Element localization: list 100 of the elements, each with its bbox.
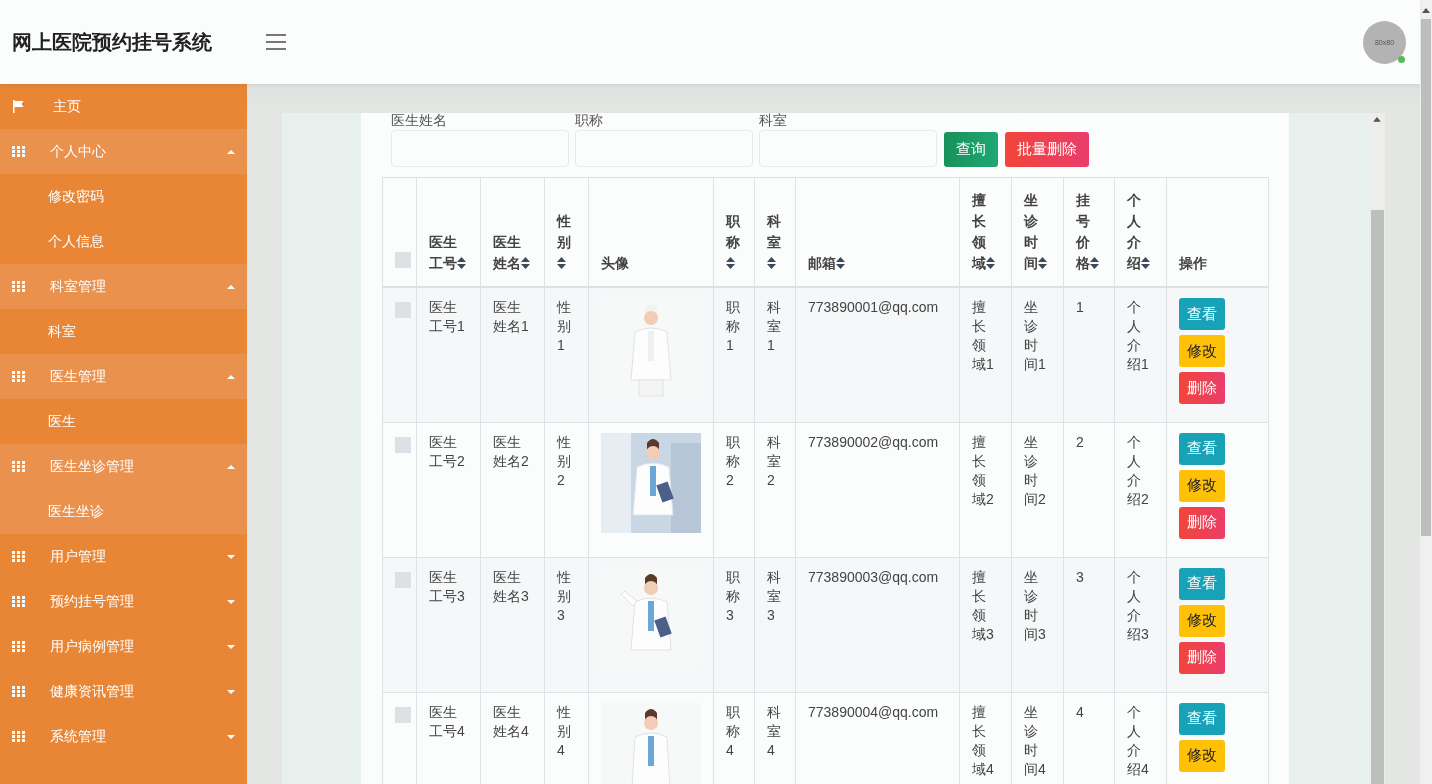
edit-button[interactable]: 修改: [1179, 604, 1225, 637]
field-label: 科室: [759, 113, 788, 128]
caret-icon: [227, 149, 235, 154]
sort-icon: [836, 257, 845, 269]
table-cell-text: 坐诊时间1: [1024, 298, 1047, 374]
caret-icon: [227, 734, 235, 739]
view-button[interactable]: 查看: [1179, 432, 1225, 465]
table-cell-text: 4: [1076, 702, 1085, 722]
search-field[interactable]: [759, 130, 937, 167]
caret-icon: [227, 374, 235, 379]
sort-icon: [767, 257, 776, 269]
table-cell-text: 个人介绍4: [1127, 702, 1150, 779]
table-cell-text: 性别4: [557, 702, 572, 760]
table-cell-text: 科室3: [767, 567, 782, 625]
table-cell-text: 医生工号1: [429, 298, 466, 336]
table-cell-text: 773890003@qq.com: [808, 567, 940, 587]
table-cell-text: 1: [1076, 298, 1085, 317]
sort-icon: [986, 257, 995, 269]
table-cell-text: 医生工号3: [429, 567, 466, 606]
scrollbar-thumb[interactable]: [1370, 209, 1384, 784]
table-cell-text: 773890002@qq.com: [808, 432, 940, 452]
table-cell-text: 擅长领域3: [972, 567, 995, 644]
table-cell-text: 773890004@qq.com: [808, 702, 940, 722]
table-cell-text: 擅长领域2: [972, 432, 995, 509]
search-field[interactable]: [391, 130, 569, 167]
table-cell-text: 医生工号2: [429, 432, 466, 471]
caret-icon: [227, 284, 235, 289]
search-field[interactable]: [575, 130, 753, 167]
view-button[interactable]: 查看: [1179, 298, 1225, 330]
table-cell-text: 职称4: [726, 702, 741, 760]
sort-icon: [457, 257, 466, 269]
table-cell-text: 医生工号4: [429, 702, 466, 741]
grid-icon: [12, 371, 25, 382]
checkbox[interactable]: [395, 571, 411, 588]
table-cell-text: 性别2: [557, 432, 572, 490]
app-title: 网上医院预约挂号系统: [12, 29, 213, 55]
sort-icon: [521, 257, 530, 269]
table-cell-text: 坐诊时间3: [1024, 567, 1047, 644]
grid-icon: [12, 686, 25, 697]
delete-button[interactable]: 删除: [1179, 506, 1225, 539]
table-cell-text: 擅长领域1: [972, 298, 995, 374]
table-cell-text: 擅长领域4: [972, 702, 995, 779]
table-cell-text: 3: [1076, 567, 1085, 587]
table-cell-text: 科室1: [767, 298, 782, 355]
search-button[interactable]: 查询: [944, 132, 998, 167]
column-header[interactable]: 邮箱: [808, 253, 947, 274]
sidebar-item[interactable]: 医生坐诊管理: [0, 444, 247, 489]
grid-icon: [12, 146, 25, 157]
table-cell-text: 职称2: [726, 432, 741, 490]
table-cell-text: 坐诊时间4: [1024, 702, 1047, 779]
table-cell-text: 医生姓名3: [493, 567, 530, 606]
column-header: 头像: [601, 254, 630, 273]
sort-icon: [1090, 257, 1099, 269]
table-cell-text: 科室2: [767, 432, 782, 490]
sort-icon: [1141, 257, 1150, 269]
table-cell-text: 坐诊时间2: [1024, 432, 1047, 509]
table-cell-text: 职称3: [726, 567, 741, 625]
table-cell-text: 性别1: [557, 298, 572, 355]
sort-icon: [1038, 257, 1047, 269]
grid-icon: [12, 731, 25, 742]
scroll-up-icon[interactable]: [1422, 8, 1430, 13]
table-cell-text: 2: [1076, 432, 1085, 452]
menu-icon[interactable]: [266, 34, 286, 50]
edit-button[interactable]: 修改: [1179, 335, 1225, 367]
table-cell-text: 个人介绍2: [1127, 432, 1150, 509]
checkbox[interactable]: [395, 436, 411, 453]
grid-icon: [12, 281, 25, 292]
caret-icon: [227, 689, 235, 694]
view-button[interactable]: 查看: [1179, 567, 1225, 600]
delete-button[interactable]: 删除: [1179, 372, 1225, 404]
view-button[interactable]: 查看: [1179, 702, 1225, 735]
sidebar-subitem[interactable]: 医生坐诊: [0, 489, 247, 534]
field-label: 医生姓名: [391, 113, 448, 128]
checkbox[interactable]: [395, 302, 411, 318]
edit-button[interactable]: 修改: [1179, 739, 1225, 772]
sidebar-item[interactable]: 个人中心: [0, 129, 247, 174]
table-cell-text: 医生姓名4: [493, 702, 530, 741]
grid-icon: [12, 461, 25, 472]
table-cell-text: 职称1: [726, 298, 741, 355]
grid-icon: [12, 641, 25, 652]
table-cell-text: 个人介绍1: [1127, 298, 1150, 374]
scroll-up-icon[interactable]: [1373, 117, 1381, 122]
grid-icon: [12, 551, 25, 562]
delete-button[interactable]: 删除: [1179, 641, 1225, 674]
column-header: 操作: [1179, 254, 1208, 273]
batch-delete-button[interactable]: 批量删除: [1005, 132, 1089, 167]
caret-icon: [227, 464, 235, 469]
table-cell-text: 医生姓名2: [493, 432, 530, 471]
table-cell-text: 773890001@qq.com: [808, 298, 940, 317]
flag-icon: [12, 100, 25, 113]
checkbox[interactable]: [395, 252, 411, 268]
grid-icon: [12, 596, 25, 607]
table-cell-text: 个人介绍3: [1127, 567, 1150, 644]
sidebar-item[interactable]: 科室管理: [0, 264, 247, 309]
scrollbar-thumb[interactable]: [1421, 19, 1431, 536]
table-cell-text: 医生姓名1: [493, 298, 530, 336]
edit-button[interactable]: 修改: [1179, 469, 1225, 502]
checkbox[interactable]: [395, 706, 411, 723]
caret-icon: [227, 644, 235, 649]
sidebar-item[interactable]: 医生管理: [0, 354, 247, 399]
